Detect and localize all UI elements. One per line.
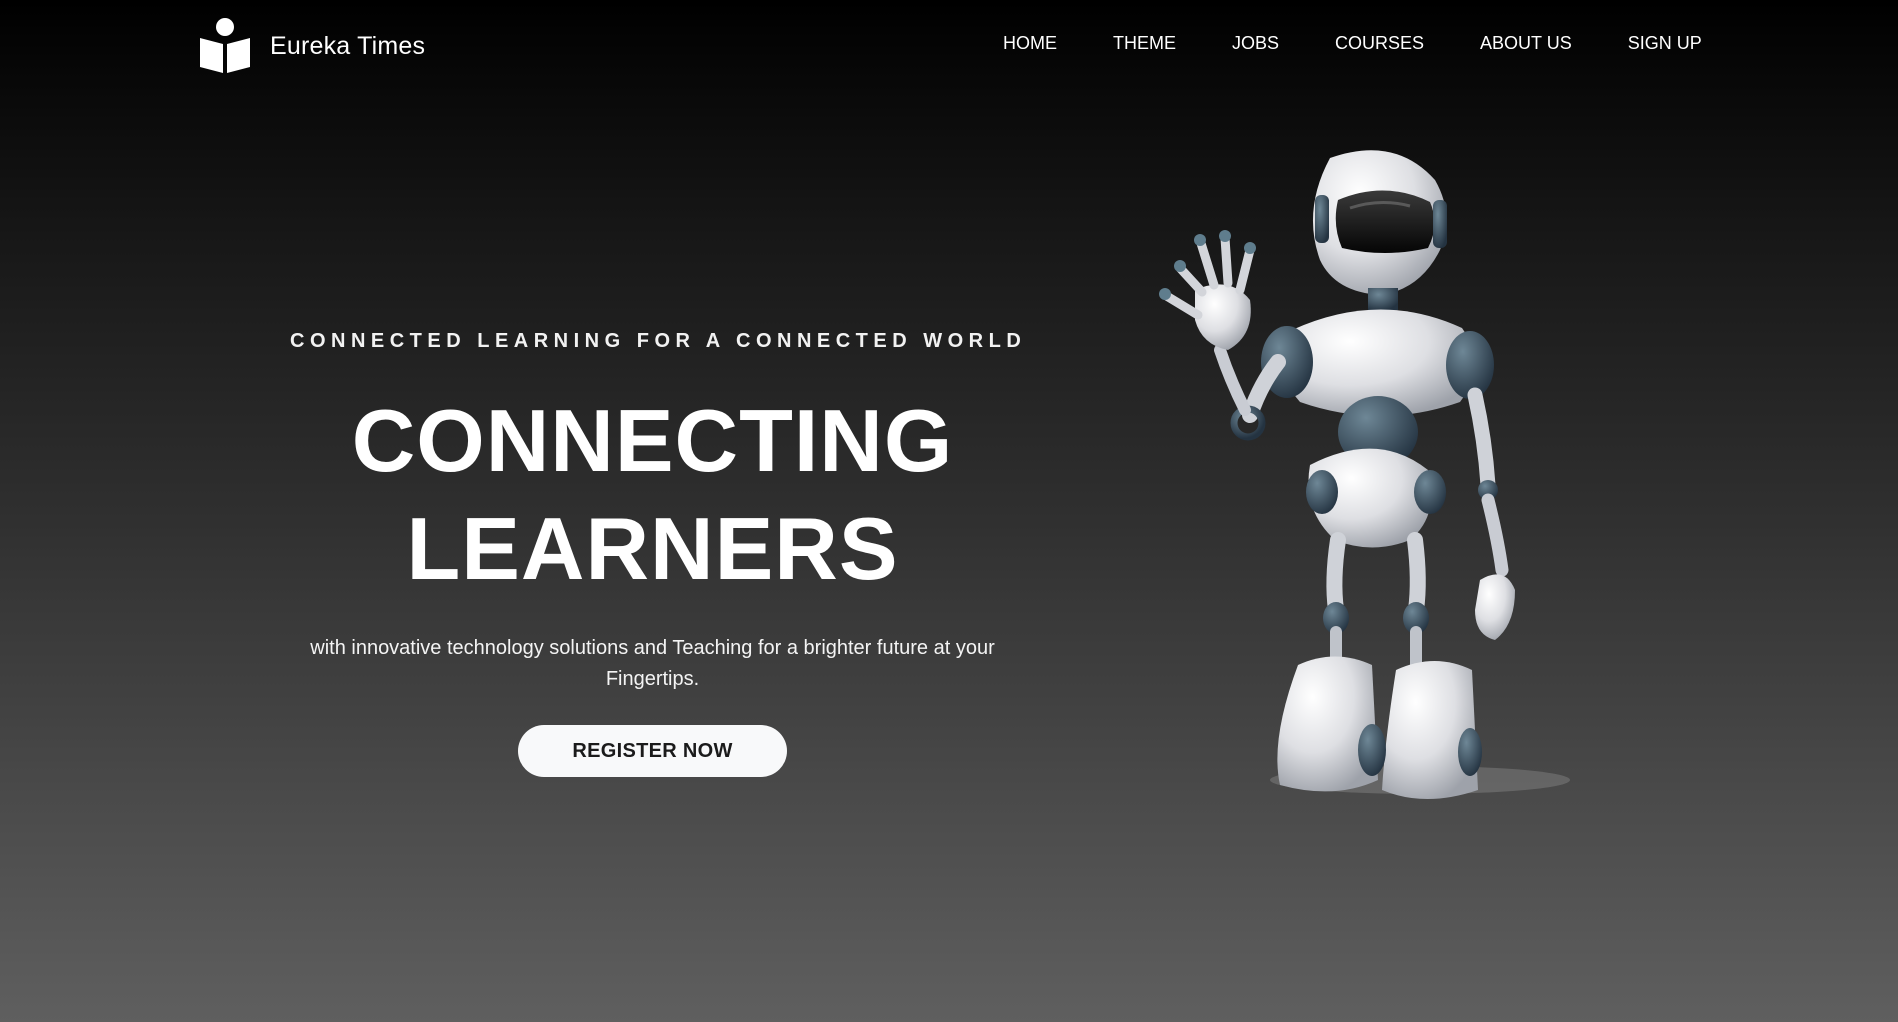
nav-about-us[interactable]: ABOUT US bbox=[1480, 33, 1572, 54]
nav-theme[interactable]: THEME bbox=[1113, 33, 1176, 54]
hero-title-line-2: LEARNERS bbox=[406, 499, 899, 598]
hero-title-line-1: CONNECTING bbox=[351, 391, 954, 490]
site-header: Eureka Times HOME THEME JOBS COURSES ABO… bbox=[0, 0, 1898, 110]
hero-kicker: CONNECTED LEARNING FOR A CONNECTED WORLD bbox=[290, 330, 1027, 352]
hero-subtitle-line-2: Fingertips. bbox=[605, 668, 700, 690]
brand-logo-link[interactable]: Eureka Times bbox=[198, 18, 425, 74]
brand-name: Eureka Times bbox=[270, 31, 426, 60]
hero-subtitle: with innovative technology solutions and… bbox=[303, 633, 1003, 695]
nav-sign-up[interactable]: SIGN UP bbox=[1628, 33, 1702, 54]
hero-subtitle-line-1: with innovative technology solutions and… bbox=[310, 637, 995, 659]
nav-jobs[interactable]: JOBS bbox=[1232, 33, 1279, 54]
register-now-button[interactable]: REGISTER NOW bbox=[518, 725, 787, 777]
book-reader-icon bbox=[200, 18, 250, 73]
main-nav: HOME THEME JOBS COURSES ABOUT US SIGN UP bbox=[1003, 33, 1702, 54]
nav-courses[interactable]: COURSES bbox=[1335, 33, 1424, 54]
waving-robot-illustration bbox=[1159, 150, 1570, 799]
hero-title: CONNECTING LEARNERS bbox=[290, 387, 1015, 603]
nav-home[interactable]: HOME bbox=[1003, 33, 1057, 54]
hero-section: CONNECTED LEARNING FOR A CONNECTED WORLD… bbox=[290, 330, 1027, 777]
